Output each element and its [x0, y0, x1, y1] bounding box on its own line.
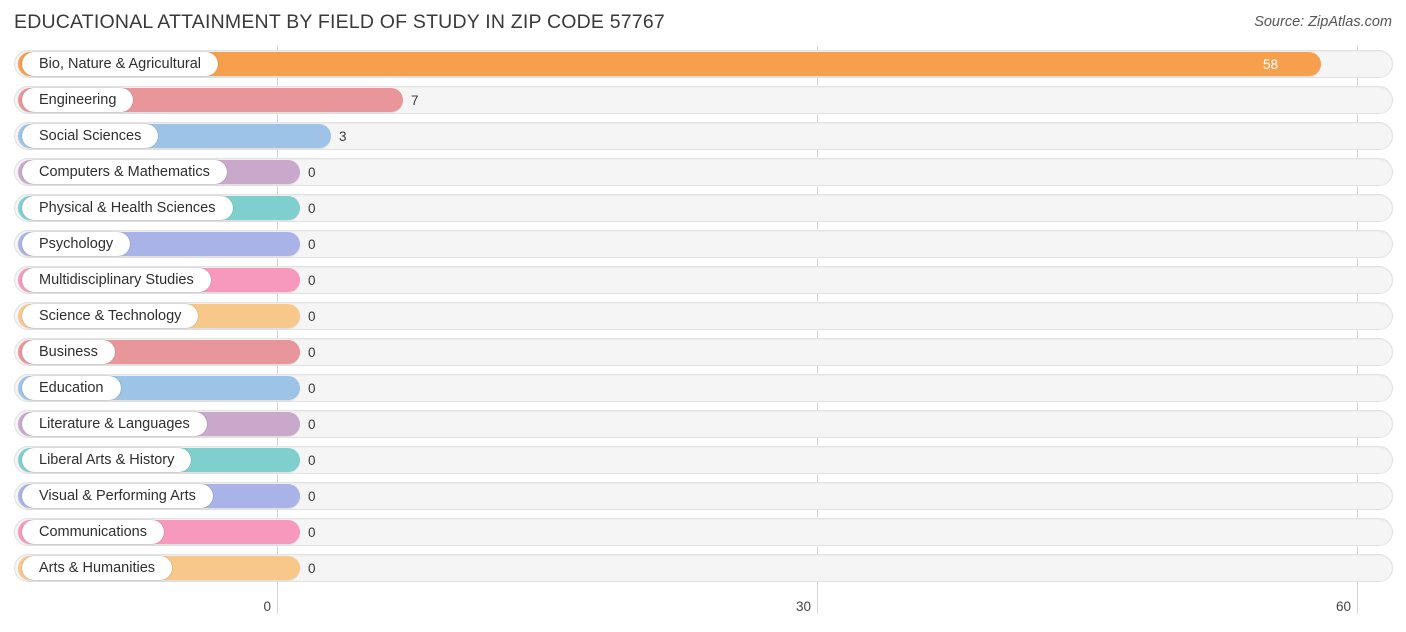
bar-value-label: 3 [339, 128, 347, 144]
source-attribution: Source: ZipAtlas.com [1254, 14, 1392, 30]
tick-mark-60 [1357, 594, 1358, 614]
bar-value-label: 0 [308, 380, 316, 396]
category-label-pill: Communications [22, 520, 164, 544]
bar-row: Physical & Health Sciences 0 [0, 190, 1406, 226]
plot-area: Bio, Nature & Agricultural 58 Engineering 7… [0, 46, 1406, 594]
bar-row: Science & Technology 0 [0, 298, 1406, 334]
bar-row: Psychology 0 [0, 226, 1406, 262]
category-label-pill: Education [22, 376, 121, 400]
category-label: Engineering [39, 91, 117, 108]
page-title: EDUCATIONAL ATTAINMENT BY FIELD OF STUDY… [14, 11, 665, 33]
category-label-pill: Visual & Performing Arts [22, 484, 213, 508]
category-label: Business [39, 343, 98, 360]
bar-row: Arts & Humanities 0 [0, 550, 1406, 586]
bar-row: Education 0 [0, 370, 1406, 406]
bar-value-label: 0 [308, 272, 316, 288]
category-label: Arts & Humanities [39, 559, 156, 576]
category-label: Visual & Performing Arts [39, 487, 196, 504]
x-axis: 0 30 60 [0, 594, 1406, 632]
category-label-pill: Psychology [22, 232, 131, 256]
tick-label-0: 0 [263, 599, 271, 614]
bar-row: Literature & Languages 0 [0, 406, 1406, 442]
category-label-pill: Social Sciences [22, 124, 159, 148]
bar-row: Business 0 [0, 334, 1406, 370]
category-label-pill: Literature & Languages [22, 412, 207, 436]
tick-mark-0 [277, 594, 278, 614]
bar-row: Computers & Mathematics 0 [0, 154, 1406, 190]
tick-label-60: 60 [1335, 599, 1351, 614]
bar-row: Communications 0 [0, 514, 1406, 550]
bar-row: Liberal Arts & History 0 [0, 442, 1406, 478]
bar-row: Engineering 7 [0, 82, 1406, 118]
bar-row: Bio, Nature & Agricultural 58 [0, 46, 1406, 82]
bar-value-label: 0 [308, 344, 316, 360]
bar-value-label: 7 [411, 92, 419, 108]
bar-value-label: 0 [308, 200, 316, 216]
category-label-pill: Science & Technology [22, 304, 199, 328]
tick-mark-30 [817, 594, 818, 614]
bar-value-label: 58 [1263, 56, 1279, 72]
bar-value-label: 0 [308, 560, 316, 576]
category-label: Education [39, 379, 104, 396]
bar-row: Social Sciences 3 [0, 118, 1406, 154]
category-label: Psychology [39, 235, 114, 252]
bar-value-label: 0 [308, 524, 316, 540]
category-label: Computers & Mathematics [39, 163, 210, 180]
bar-value-label: 0 [308, 164, 316, 180]
category-label-pill: Engineering [22, 88, 134, 112]
bar-value-label: 0 [308, 416, 316, 432]
bar-value-label: 0 [308, 308, 316, 324]
category-label: Literature & Languages [39, 415, 190, 432]
chart-header: EDUCATIONAL ATTAINMENT BY FIELD OF STUDY… [0, 0, 1406, 46]
bar-row: Multidisciplinary Studies 0 [0, 262, 1406, 298]
category-label: Science & Technology [39, 307, 182, 324]
category-label: Physical & Health Sciences [39, 199, 216, 216]
bar-value-label: 0 [308, 452, 316, 468]
category-label: Multidisciplinary Studies [39, 271, 194, 288]
bar-row: Visual & Performing Arts 0 [0, 478, 1406, 514]
category-label: Social Sciences [39, 127, 142, 144]
category-label-pill: Computers & Mathematics [22, 160, 227, 184]
bar-rows: Bio, Nature & Agricultural 58 Engineering 7… [0, 46, 1406, 586]
category-label-pill: Business [22, 340, 115, 364]
category-label: Communications [39, 523, 147, 540]
bar-value-label: 0 [308, 236, 316, 252]
category-label-pill: Liberal Arts & History [22, 448, 192, 472]
category-label-pill: Arts & Humanities [22, 556, 173, 580]
category-label-pill: Physical & Health Sciences [22, 196, 233, 220]
category-label-pill: Bio, Nature & Agricultural [22, 52, 218, 76]
category-label-pill: Multidisciplinary Studies [22, 268, 211, 292]
category-label: Liberal Arts & History [39, 451, 175, 468]
category-label: Bio, Nature & Agricultural [39, 55, 201, 72]
tick-label-30: 30 [795, 599, 811, 614]
bar-value-label: 0 [308, 488, 316, 504]
chart-page: EDUCATIONAL ATTAINMENT BY FIELD OF STUDY… [0, 0, 1406, 632]
